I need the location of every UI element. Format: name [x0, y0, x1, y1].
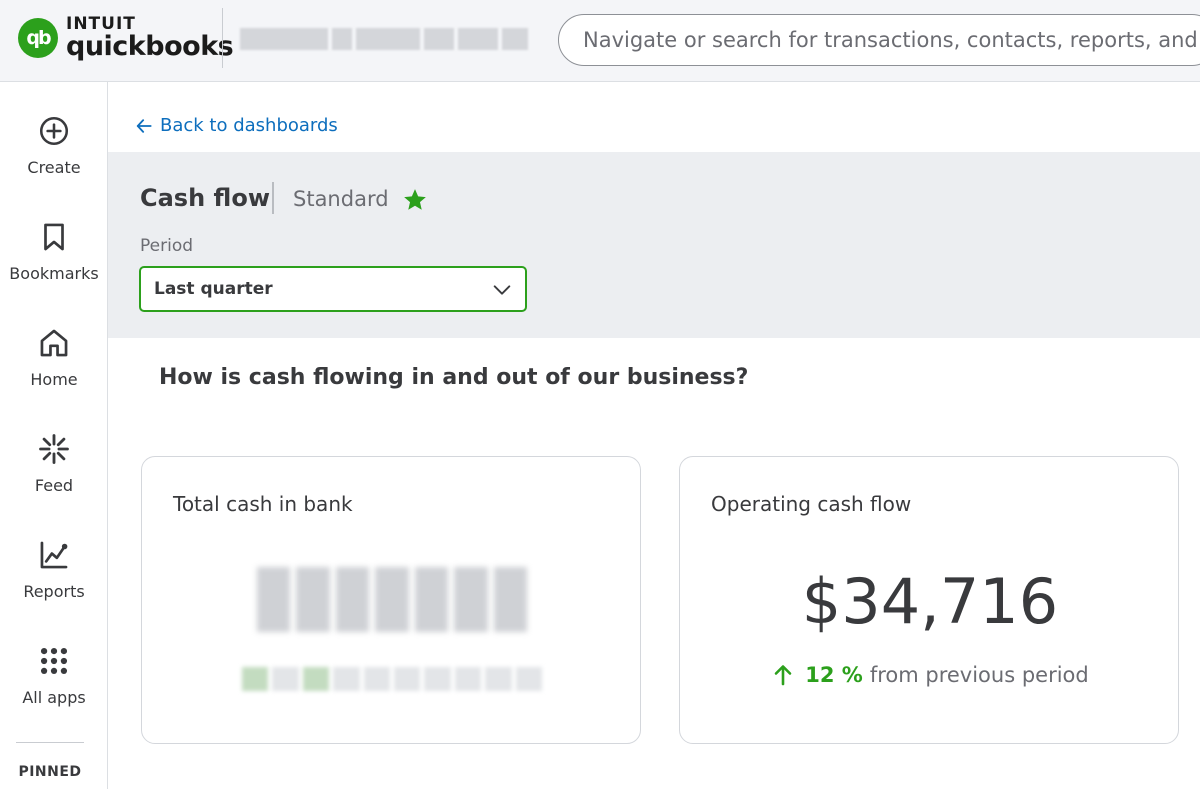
- page-title: Cash flow: [140, 184, 270, 212]
- quickbooks-wordmark: quickbooks: [66, 31, 234, 62]
- dashboard-type: Standard: [293, 187, 389, 211]
- sidebar-item-label: All apps: [22, 688, 86, 707]
- global-search[interactable]: Navigate or search for transactions, con…: [558, 14, 1200, 66]
- back-to-dashboards-link[interactable]: Back to dashboards: [134, 115, 338, 136]
- card-title: Total cash in bank: [173, 492, 353, 516]
- home-icon: [40, 329, 68, 357]
- sidebar-item-label: Bookmarks: [9, 264, 99, 283]
- sparkle-icon: [39, 434, 69, 464]
- sidebar-item-bookmarks[interactable]: Bookmarks: [0, 220, 108, 283]
- sidebar-item-reports[interactable]: Reports: [0, 538, 108, 601]
- sidebar: Create Bookmarks Home Feed Reports All a…: [0, 82, 108, 789]
- topbar-divider: [222, 8, 223, 68]
- dashboard-header: Cash flow Standard Period Last quarter: [108, 152, 1200, 338]
- arrow-left-icon: [136, 118, 152, 133]
- search-placeholder: Navigate or search for transactions, con…: [583, 28, 1200, 52]
- bookmark-icon: [44, 223, 64, 251]
- line-chart-icon: [40, 541, 68, 569]
- operating-cash-flow-card[interactable]: Operating cash flow $34,716 12 % from pr…: [679, 456, 1179, 744]
- logo-wordmark: INTUIT quickbooks: [66, 16, 234, 62]
- period-dropdown[interactable]: Last quarter: [139, 266, 527, 312]
- trend-description: from previous period: [869, 663, 1089, 687]
- redacted-trend: [242, 667, 543, 691]
- sidebar-item-home[interactable]: Home: [0, 326, 108, 389]
- sidebar-divider: [16, 742, 84, 743]
- pinned-section-heading: PINNED: [18, 764, 82, 780]
- kpi-value: $34,716: [801, 565, 1059, 638]
- qb-logo-icon: qb: [18, 18, 58, 58]
- period-selected-value: Last quarter: [154, 279, 273, 299]
- total-cash-card[interactable]: Total cash in bank: [141, 456, 641, 744]
- card-title: Operating cash flow: [711, 492, 912, 516]
- title-divider: [272, 182, 274, 214]
- back-link-label: Back to dashboards: [160, 115, 338, 136]
- sidebar-item-feed[interactable]: Feed: [0, 432, 108, 495]
- period-label: Period: [140, 236, 194, 256]
- star-icon[interactable]: [402, 187, 428, 213]
- grid-dots-icon: [40, 647, 68, 675]
- plus-circle-icon: [39, 116, 69, 146]
- sidebar-item-label: Create: [27, 158, 81, 177]
- kpi-trend: 12 % from previous period: [680, 663, 1180, 687]
- section-question: How is cash flowing in and out of our bu…: [159, 365, 749, 390]
- chevron-down-icon: [493, 285, 511, 295]
- quickbooks-logo[interactable]: qb INTUIT quickbooks: [18, 16, 234, 62]
- sidebar-item-label: Feed: [34, 476, 74, 495]
- redacted-value: [257, 567, 527, 632]
- sidebar-item-create[interactable]: Create: [0, 114, 108, 177]
- sidebar-item-label: Home: [30, 370, 78, 389]
- trend-percentage: 12 %: [805, 663, 863, 687]
- arrow-up-icon: [774, 665, 792, 686]
- top-bar: qb INTUIT quickbooks Navigate or search …: [0, 0, 1200, 82]
- sidebar-item-label: Reports: [23, 582, 85, 601]
- sidebar-item-all-apps[interactable]: All apps: [0, 644, 108, 707]
- company-name-redacted[interactable]: [240, 26, 528, 52]
